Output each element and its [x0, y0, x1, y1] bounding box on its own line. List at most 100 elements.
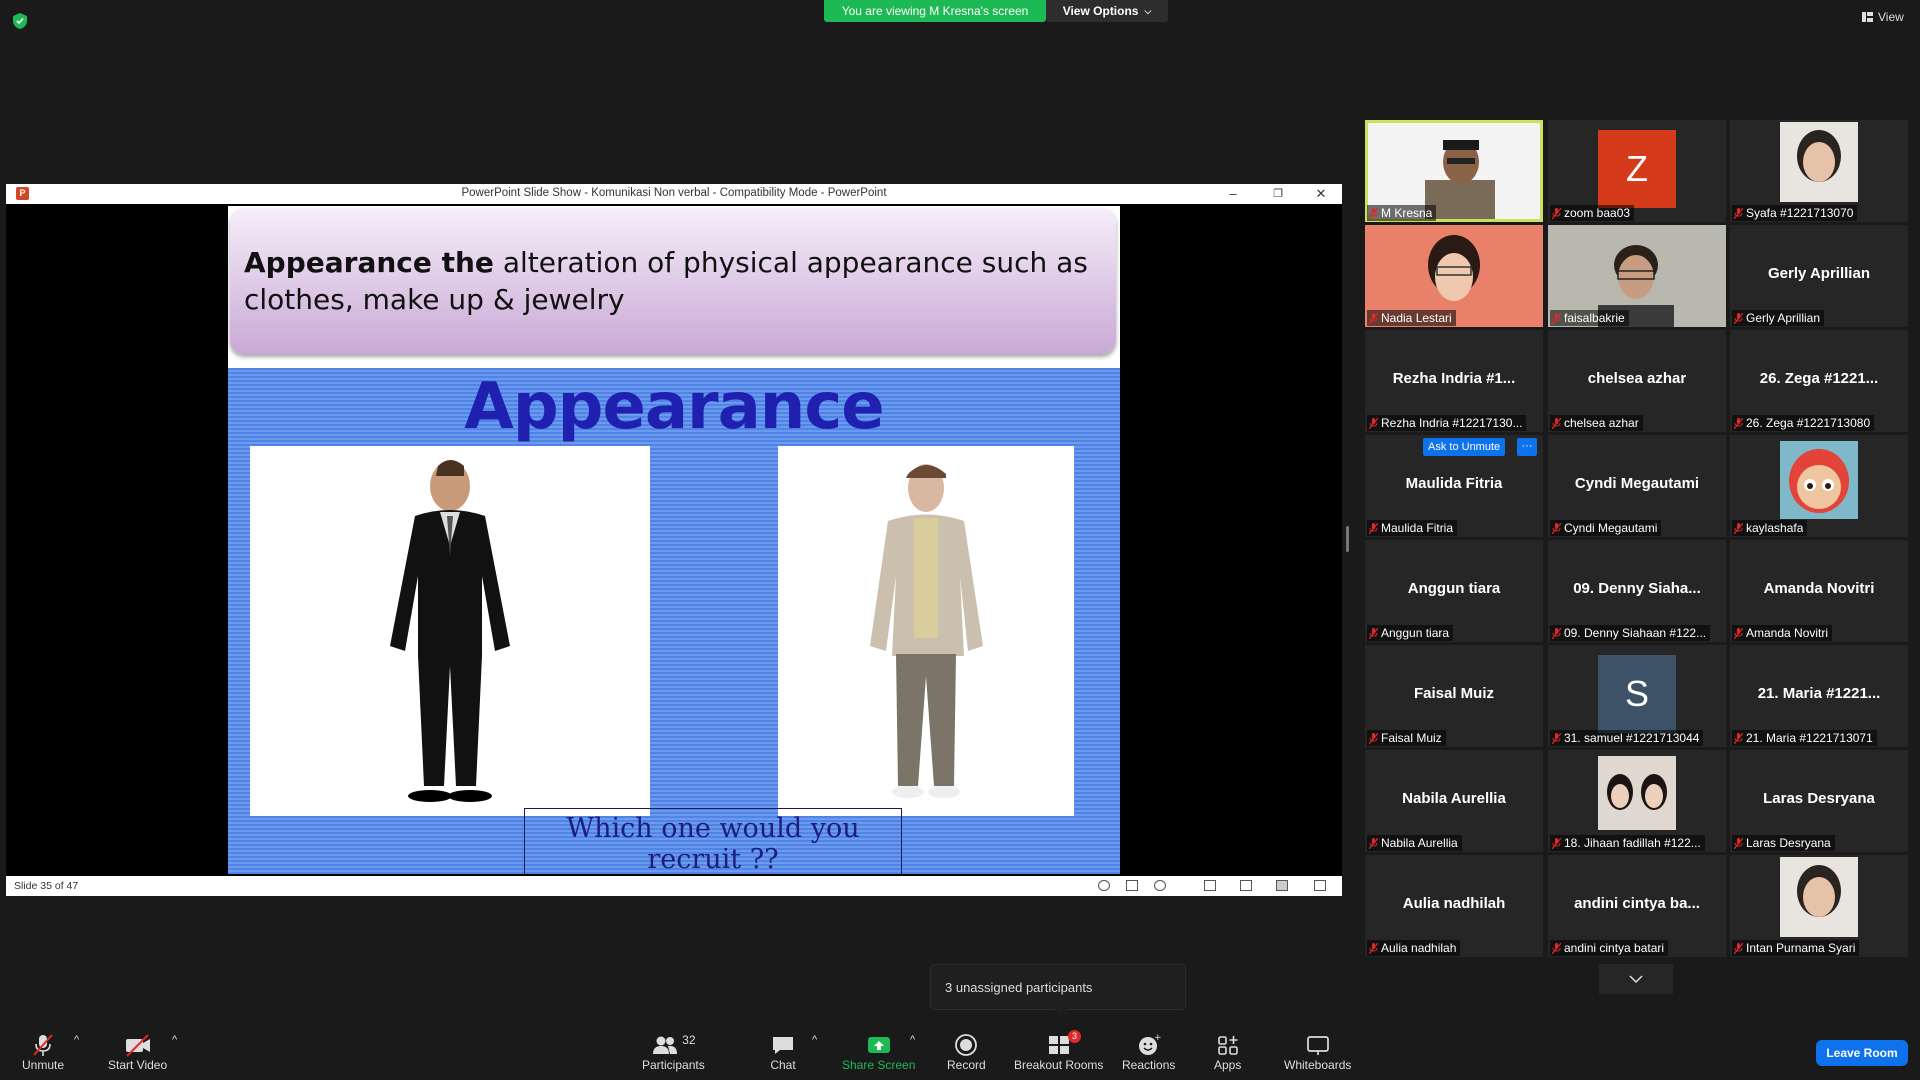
participant-tile[interactable]: Aulia nadhilah Aulia nadhilah [1365, 855, 1543, 957]
panel-splitter[interactable] [1346, 526, 1349, 552]
slide-header-box: Appearance the alteration of physical ap… [230, 208, 1116, 354]
participant-tile[interactable]: M Kresna [1365, 120, 1543, 222]
mic-muted-icon [1552, 312, 1561, 324]
participant-name: M Kresna [1381, 206, 1433, 220]
participants-button[interactable]: 32 Participants [642, 1032, 705, 1072]
participant-label: Intan Purnama Syari [1732, 940, 1860, 956]
reactions-label: Reactions [1122, 1058, 1176, 1072]
participant-label: Nadia Lestari [1367, 310, 1456, 326]
ask-to-unmute-button[interactable]: Ask to Unmute [1423, 438, 1506, 456]
participant-tile[interactable]: 26. Zega #1221... 26. Zega #1221713080 [1730, 330, 1908, 432]
grid-view-icon [1862, 12, 1873, 22]
normal-view-icon[interactable] [1204, 880, 1216, 891]
participant-tile[interactable]: faisalbakrie [1548, 225, 1726, 327]
apps-label: Apps [1214, 1058, 1242, 1072]
participant-label: faisalbakrie [1550, 310, 1629, 326]
view-button[interactable]: View [1862, 10, 1904, 24]
previous-slide-icon[interactable] [1098, 880, 1110, 891]
participant-label: Syafa #1221713070 [1732, 205, 1858, 221]
participant-tile[interactable]: kaylashafa [1730, 435, 1908, 537]
participant-tile[interactable]: Intan Purnama Syari [1730, 855, 1908, 957]
participant-tile[interactable]: S 31. samuel #1221713044 [1548, 645, 1726, 747]
chat-button[interactable]: Chat [770, 1032, 796, 1072]
share-options-caret-icon[interactable]: ^ [910, 1034, 915, 1046]
mic-muted-icon [1369, 837, 1378, 849]
mic-muted-icon [1369, 627, 1378, 639]
video-options-caret-icon[interactable]: ^ [172, 1034, 177, 1046]
unassigned-participants-toast[interactable]: 3 unassigned participants [930, 964, 1186, 1010]
participant-tile[interactable]: Rezha Indria #1... Rezha Indria #12217130… [1365, 330, 1543, 432]
security-shield-icon[interactable] [12, 12, 28, 30]
participant-tile[interactable]: 18. Jihaan fadillah #122... [1548, 750, 1726, 852]
participant-tile[interactable]: Faisal Muiz Faisal Muiz [1365, 645, 1543, 747]
breakout-rooms-button[interactable]: Breakout Rooms 3 [1014, 1030, 1104, 1072]
participant-tile[interactable]: 21. Maria #1221... 21. Maria #1221713071 [1730, 645, 1908, 747]
slideshow-icon[interactable] [1314, 880, 1326, 891]
slide-sorter-icon[interactable] [1240, 880, 1252, 891]
mic-muted-icon [1552, 837, 1561, 849]
mic-muted-icon [1552, 207, 1561, 219]
restore-icon[interactable]: ❐ [1263, 185, 1293, 203]
participant-tile[interactable]: Nabila Aurellia Nabila Aurellia [1365, 750, 1543, 852]
mic-muted-icon [1552, 942, 1561, 954]
gallery-next-page-button[interactable] [1599, 964, 1673, 994]
participant-tile[interactable]: 09. Denny Siaha... 09. Denny Siahaan #122… [1548, 540, 1726, 642]
participant-tile[interactable]: Gerly Aprillian Gerly Aprillian [1730, 225, 1908, 327]
mic-muted-icon [1369, 417, 1378, 429]
participant-name: Rezha Indria #12217130... [1381, 416, 1523, 430]
reading-view-icon[interactable] [1276, 880, 1288, 891]
participant-name: 18. Jihaan fadillah #122... [1564, 836, 1701, 850]
participant-tile[interactable]: Cyndi Megautami Cyndi Megautami [1548, 435, 1726, 537]
close-icon[interactable]: ✕ [1306, 185, 1336, 203]
record-button[interactable]: Record [947, 1032, 986, 1072]
participants-icon [653, 1036, 678, 1054]
apps-button[interactable]: Apps [1214, 1032, 1241, 1072]
more-options-button[interactable]: ··· [1517, 438, 1537, 456]
whiteboards-button[interactable]: Whiteboards [1284, 1032, 1351, 1072]
unmute-label: Unmute [22, 1058, 65, 1072]
slide-header-text: Appearance the alteration of physical ap… [244, 244, 1094, 318]
reactions-button[interactable]: + Reactions [1122, 1032, 1175, 1072]
mic-muted-icon [1734, 417, 1743, 429]
participant-tile[interactable]: Nadia Lestari [1365, 225, 1543, 327]
view-options-button[interactable]: View Options ⌵ [1046, 0, 1168, 22]
participant-label: zoom baa03 [1550, 205, 1635, 221]
participant-tile[interactable]: Maulida Fitria Maulida Fitria Ask to Unmut… [1365, 435, 1543, 537]
participant-name: Faisal Muiz [1381, 731, 1442, 745]
audio-options-caret-icon[interactable]: ^ [74, 1034, 79, 1046]
participant-display-name: Aulia nadhilah [1402, 895, 1506, 912]
participant-display-name: chelsea azhar [1587, 370, 1687, 387]
next-slide-icon[interactable] [1154, 880, 1166, 891]
slide-menu-icon[interactable] [1126, 880, 1138, 891]
chat-label: Chat [770, 1058, 796, 1072]
share-screen-button[interactable]: Share Screen [842, 1032, 915, 1072]
leave-room-button[interactable]: Leave Room [1816, 1040, 1908, 1066]
breakout-rooms-label: Breakout Rooms [1014, 1058, 1104, 1072]
participant-name: Gerly Aprillian [1746, 311, 1821, 325]
participant-label: Rezha Indria #12217130... [1367, 415, 1527, 431]
start-video-button[interactable]: Start Video [108, 1032, 167, 1072]
participant-tile[interactable]: Zzoom baa03 [1548, 120, 1726, 222]
start-video-label: Start Video [108, 1058, 168, 1072]
participant-label: Maulida Fitria [1367, 520, 1458, 536]
question-box: Which one would you recruit ?? [524, 808, 902, 874]
casual-man-photo [778, 446, 1074, 816]
slide-counter: Slide 35 of 47 [14, 880, 79, 892]
participant-tile[interactable]: Laras Desryana Laras Desryana [1730, 750, 1908, 852]
view-label: View [1878, 10, 1904, 24]
participant-name: 21. Maria #1221713071 [1746, 731, 1873, 745]
participant-tile[interactable]: andini cintya ba... andini cintya batari [1548, 855, 1726, 957]
chat-options-caret-icon[interactable]: ^ [812, 1034, 817, 1046]
chat-icon [773, 1037, 793, 1054]
share-screen-icon [867, 1037, 890, 1053]
breakout-rooms-badge: 3 [1068, 1030, 1081, 1043]
unmute-button[interactable]: Unmute [22, 1032, 64, 1072]
participant-tile[interactable]: Anggun tiara Anggun tiara [1365, 540, 1543, 642]
minimize-icon[interactable]: – [1218, 185, 1248, 203]
participant-tile[interactable]: Syafa #1221713070 [1730, 120, 1908, 222]
participant-tile[interactable]: chelsea azhar chelsea azhar [1548, 330, 1726, 432]
participant-tile[interactable]: Amanda Novitri Amanda Novitri [1730, 540, 1908, 642]
participant-label: Amanda Novitri [1732, 625, 1833, 641]
participant-display-name: Cyndi Megautami [1574, 475, 1700, 492]
participant-display-name: Anggun tiara [1407, 580, 1501, 597]
